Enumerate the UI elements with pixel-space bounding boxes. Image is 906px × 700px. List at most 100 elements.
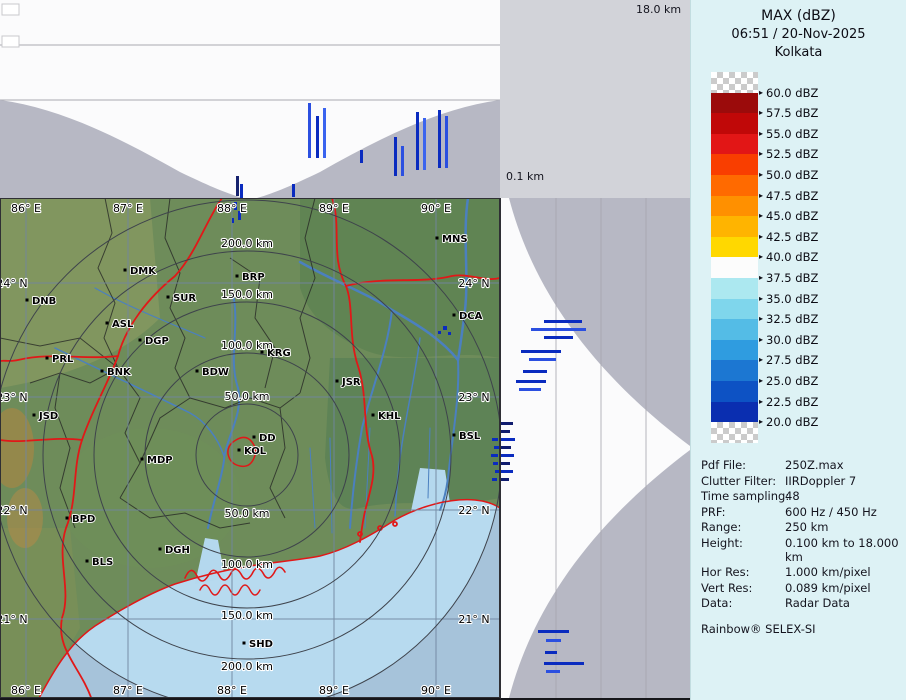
longitude-label: 86° E	[11, 202, 41, 215]
info-label: Vert Res:	[701, 581, 785, 595]
city-marker	[159, 548, 162, 551]
city-marker	[86, 560, 89, 563]
legend-label-text: 45.0 dBZ	[766, 209, 818, 223]
info-value: 250 km	[785, 520, 903, 534]
range-ring-label: 150.0 km	[221, 609, 273, 622]
city-marker	[243, 642, 246, 645]
city-marker	[124, 269, 127, 272]
radar-map-panel: 86° E86° E87° E87° E88° E88° E89° E89° E…	[0, 198, 500, 700]
echo-column	[316, 116, 319, 158]
range-ring-label: 150.0 km	[221, 288, 273, 301]
legend-value-label: ▸50.0 dBZ	[759, 168, 818, 182]
radar-echo	[494, 446, 499, 449]
city-marker	[238, 449, 241, 452]
info-value: 0.100 km to 18.000 km	[785, 536, 903, 564]
city-marker	[196, 370, 199, 373]
radar-echo	[438, 331, 441, 334]
info-label: Hor Res:	[701, 565, 785, 579]
echo-row	[501, 462, 510, 465]
echo-column	[236, 176, 239, 196]
echo-row	[501, 422, 513, 425]
product-title: MAX (dBZ)	[691, 8, 906, 24]
city-label: SHD	[249, 639, 273, 650]
legend-color-cell	[711, 154, 758, 175]
side-profile-canvas	[501, 198, 690, 698]
echo-column	[308, 103, 311, 158]
echo-row	[519, 388, 541, 391]
legend-color-cell	[711, 422, 758, 443]
echo-column	[445, 116, 448, 168]
radar-echo	[443, 326, 447, 330]
legend-value-label: ▸57.5 dBZ	[759, 106, 818, 120]
legend-value-label: ▸60.0 dBZ	[759, 86, 818, 100]
echo-row	[546, 639, 561, 642]
info-label: Clutter Filter:	[701, 474, 785, 488]
legend-color-cell	[711, 134, 758, 155]
legend-value-label: ▸22.5 dBZ	[759, 395, 818, 409]
info-row: Time sampling:48	[701, 489, 903, 503]
legend-color-cell	[711, 72, 758, 93]
legend-value-label: ▸42.5 dBZ	[759, 230, 818, 244]
city-marker	[453, 434, 456, 437]
city-label: DNB	[32, 296, 56, 307]
city-label: BRP	[242, 272, 265, 283]
top-height-profile-panel	[0, 0, 500, 199]
info-value: 600 Hz / 450 Hz	[785, 505, 903, 519]
top-profile-canvas	[0, 0, 500, 198]
legend-label-text: 52.5 dBZ	[766, 147, 818, 161]
longitude-label: 87° E	[113, 202, 143, 215]
info-value: 0.089 km/pixel	[785, 581, 903, 595]
echo-column	[401, 146, 404, 176]
echo-row	[521, 350, 561, 353]
info-value: 1.000 km/pixel	[785, 565, 903, 579]
legend-value-label: ▸37.5 dBZ	[759, 271, 818, 285]
side-profile-axis-area: 18.0 km 0.1 km	[500, 0, 690, 198]
city-label: KHL	[378, 411, 401, 422]
legend-color-cell	[711, 196, 758, 217]
info-row: Clutter Filter:IIRDoppler 7	[701, 474, 903, 488]
legend-tick-icon: ▸	[759, 189, 763, 203]
echo-column	[360, 150, 363, 163]
radar-site-name: Kolkata	[691, 45, 906, 60]
echo-row	[523, 370, 547, 373]
legend-color-cell	[711, 402, 758, 423]
legend-value-label: ▸30.0 dBZ	[759, 333, 818, 347]
legend-value-label: ▸20.0 dBZ	[759, 415, 818, 429]
city-marker	[26, 299, 29, 302]
echo-column	[394, 137, 397, 176]
city-label: BLS	[92, 557, 113, 568]
city-marker	[436, 237, 439, 240]
legend-tick-icon: ▸	[759, 127, 763, 141]
city-label: BPD	[72, 514, 95, 525]
legend-label-text: 25.0 dBZ	[766, 374, 818, 388]
city-label: BDW	[202, 367, 229, 378]
info-label: Height:	[701, 536, 785, 564]
product-datetime: 06:51 / 20-Nov-2025	[691, 27, 906, 42]
legend-color-cell	[711, 237, 758, 258]
info-label: Data:	[701, 596, 785, 610]
info-row: Height:0.100 km to 18.000 km	[701, 536, 903, 564]
legend-tick-icon: ▸	[759, 250, 763, 264]
echo-column	[423, 118, 426, 170]
echo-row	[531, 328, 586, 331]
legend-tick-icon: ▸	[759, 292, 763, 306]
legend-tick-icon: ▸	[759, 147, 763, 161]
product-info-block: Pdf File:250Z.maxClutter Filter:IIRDoppl…	[701, 458, 903, 636]
longitude-label: 87° E	[113, 684, 143, 697]
radar-echo	[492, 478, 497, 481]
city-marker	[66, 517, 69, 520]
legend-color-cell	[711, 175, 758, 196]
height-axis-min-label: 0.1 km	[506, 170, 544, 183]
legend-color-cell	[711, 381, 758, 402]
echo-row	[501, 478, 509, 481]
city-label: KRG	[267, 348, 291, 359]
range-ring-label: 200.0 km	[221, 237, 273, 250]
info-value: IIRDoppler 7	[785, 474, 903, 488]
height-axis-max-label: 18.0 km	[636, 3, 681, 16]
city-marker	[101, 370, 104, 373]
radar-echo	[491, 454, 498, 457]
legend-label-text: 55.0 dBZ	[766, 127, 818, 141]
software-brand: Rainbow® SELEX-SI	[701, 622, 903, 636]
legend-value-label: ▸35.0 dBZ	[759, 292, 818, 306]
echo-row	[545, 651, 557, 654]
